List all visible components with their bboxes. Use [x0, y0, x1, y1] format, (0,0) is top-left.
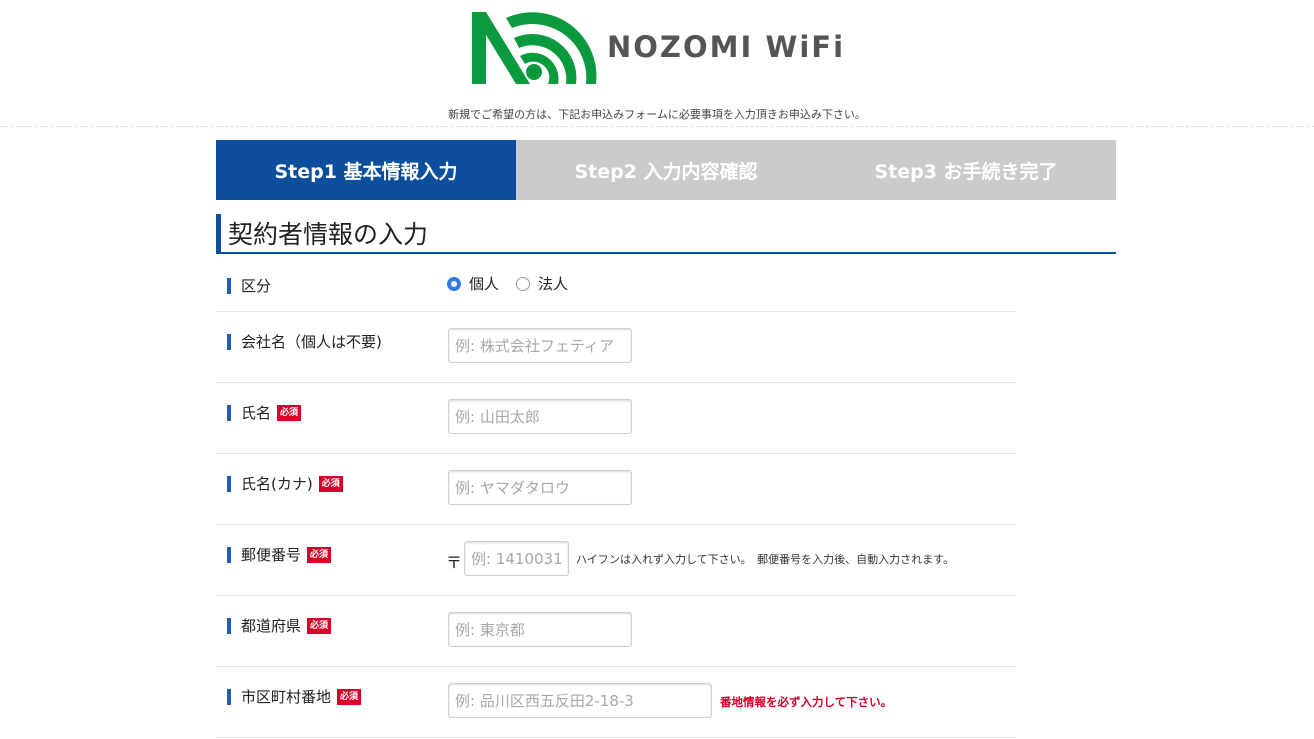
type-radio-group: 個人 法人	[447, 273, 585, 294]
label-text: 区分	[241, 277, 272, 295]
postal-hint: ハイフンは入れず入力して下さい。 郵便番号を入力後、自動入力されます。	[576, 553, 955, 566]
name-input[interactable]	[448, 399, 632, 434]
label-bar	[227, 546, 231, 563]
logo[interactable]: NOZOMI WiFi	[470, 8, 870, 88]
row-kana: 氏名(カナ) 必須	[216, 454, 1016, 525]
radio-individual-label[interactable]: 個人	[469, 273, 499, 294]
brand-name: NOZOMI WiFi	[607, 30, 846, 64]
required-badge: 必須	[307, 617, 332, 634]
label-name: 氏名 必須	[227, 402, 302, 423]
radio-corporate[interactable]	[516, 276, 531, 291]
label-bar	[227, 475, 231, 492]
step-2: Step2 入力内容確認	[516, 140, 816, 200]
label-text: 氏名	[241, 404, 272, 422]
row-prefecture: 都道府県 必須	[216, 596, 1016, 667]
wifi-logo-icon	[472, 12, 597, 84]
label-type: 区分	[227, 275, 271, 296]
address-input[interactable]	[448, 683, 712, 718]
section-title-text: 契約者情報の入力	[228, 220, 429, 249]
row-type: 区分 個人 法人	[216, 256, 1016, 312]
postal-mark: 〒	[446, 553, 463, 572]
row-company: 会社名（個人は不要)	[216, 312, 1016, 383]
kana-input[interactable]	[448, 470, 632, 505]
label-company: 会社名（個人は不要)	[227, 331, 382, 352]
signup-notice: 新規でご希望の方は、下記お申込みフォームに必要事項を入力頂きお申込み下さい。	[448, 108, 866, 121]
radio-corporate-label[interactable]: 法人	[538, 273, 568, 294]
header: NOZOMI WiFi 新規でご希望の方は、下記お申込みフォームに必要事項を入力…	[0, 0, 1314, 127]
label-prefecture: 都道府県 必須	[227, 615, 332, 636]
label-bar	[227, 404, 231, 421]
required-badge: 必須	[307, 546, 332, 563]
prefecture-input[interactable]	[448, 612, 632, 647]
address-warning: 番地情報を必ず入力して下さい。	[720, 695, 893, 709]
label-text: 郵便番号	[241, 546, 302, 564]
row-name: 氏名 必須	[216, 383, 1016, 454]
label-bar	[227, 277, 231, 294]
step-1: Step1 基本情報入力	[216, 140, 516, 200]
company-input[interactable]	[448, 328, 632, 363]
section-title: 契約者情報の入力	[216, 214, 1116, 254]
label-bar	[227, 617, 231, 634]
contract-form: 区分 個人 法人 会社名（個人は不要) 氏名 必須 氏名(カナ) 必須	[216, 256, 1016, 738]
label-kana: 氏名(カナ) 必須	[227, 473, 343, 494]
required-badge: 必須	[337, 688, 362, 705]
label-bar	[227, 688, 231, 705]
label-text: 都道府県	[241, 617, 302, 635]
row-address: 市区町村番地 必須 番地情報を必ず入力して下さい。	[216, 667, 1016, 738]
radio-individual[interactable]	[447, 276, 461, 291]
label-text: 市区町村番地	[241, 688, 332, 706]
step-3: Step3 お手続き完了	[816, 140, 1116, 200]
label-postal: 郵便番号 必須	[227, 544, 332, 565]
label-address: 市区町村番地 必須	[227, 686, 362, 707]
label-text: 会社名（個人は不要)	[241, 333, 382, 351]
step-indicator: Step1 基本情報入力 Step2 入力内容確認 Step3 お手続き完了	[216, 140, 1116, 200]
label-bar	[227, 333, 231, 350]
row-postal: 郵便番号 必須 〒 ハイフンは入れず入力して下さい。 郵便番号を入力後、自動入力…	[216, 525, 1016, 596]
label-text: 氏名(カナ)	[241, 475, 313, 493]
required-badge: 必須	[318, 475, 343, 492]
postal-input[interactable]	[464, 541, 569, 576]
required-badge: 必須	[277, 404, 302, 421]
